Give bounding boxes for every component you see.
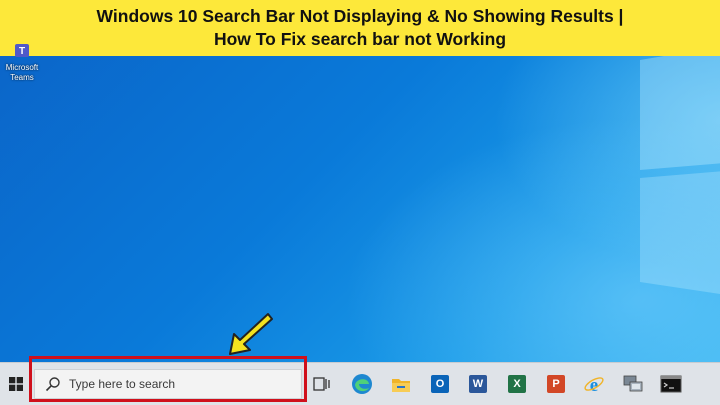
edge-icon xyxy=(352,374,372,394)
network-icon xyxy=(623,375,643,392)
word-icon: W xyxy=(469,375,487,393)
file-explorer-button[interactable] xyxy=(389,372,413,396)
outlook-button[interactable]: O xyxy=(428,372,452,396)
desktop-icon-label-line1: Microsoft xyxy=(5,63,39,72)
internet-explorer-icon: e xyxy=(584,375,604,395)
teams-icon: T xyxy=(15,44,29,57)
edge-button[interactable] xyxy=(350,372,374,396)
command-prompt-icon xyxy=(660,375,682,393)
task-view-icon xyxy=(313,377,330,391)
windows-start-icon xyxy=(9,377,23,391)
excel-button[interactable]: X xyxy=(505,372,529,396)
banner-title-line1: Windows 10 Search Bar Not Displaying & N… xyxy=(96,6,624,26)
pointer-arrow-icon xyxy=(229,313,273,355)
powerpoint-icon: P xyxy=(547,375,565,393)
outlook-icon: O xyxy=(431,375,449,393)
excel-icon: X xyxy=(508,375,526,393)
title-banner: Windows 10 Search Bar Not Displaying & N… xyxy=(0,0,720,56)
network-button[interactable] xyxy=(621,372,645,396)
powerpoint-button[interactable]: P xyxy=(544,372,568,396)
search-icon xyxy=(45,377,60,392)
taskbar: O W X P e xyxy=(0,362,720,405)
internet-explorer-button[interactable]: e xyxy=(582,372,606,396)
desktop-icon-label-line2: Teams xyxy=(10,73,34,82)
banner-title-line2: How To Fix search bar not Working xyxy=(213,29,507,49)
svg-text:T: T xyxy=(19,46,25,57)
command-prompt-button[interactable] xyxy=(659,372,683,396)
desktop-icon-teams[interactable]: T Microsoft Teams xyxy=(2,42,42,83)
taskbar-search-box[interactable] xyxy=(34,369,302,399)
search-input[interactable] xyxy=(69,377,269,391)
word-button[interactable]: W xyxy=(466,372,490,396)
file-explorer-icon xyxy=(392,378,410,392)
start-button[interactable] xyxy=(0,363,32,405)
windows-logo-light-icon xyxy=(640,46,720,294)
task-view-button[interactable] xyxy=(310,372,334,396)
